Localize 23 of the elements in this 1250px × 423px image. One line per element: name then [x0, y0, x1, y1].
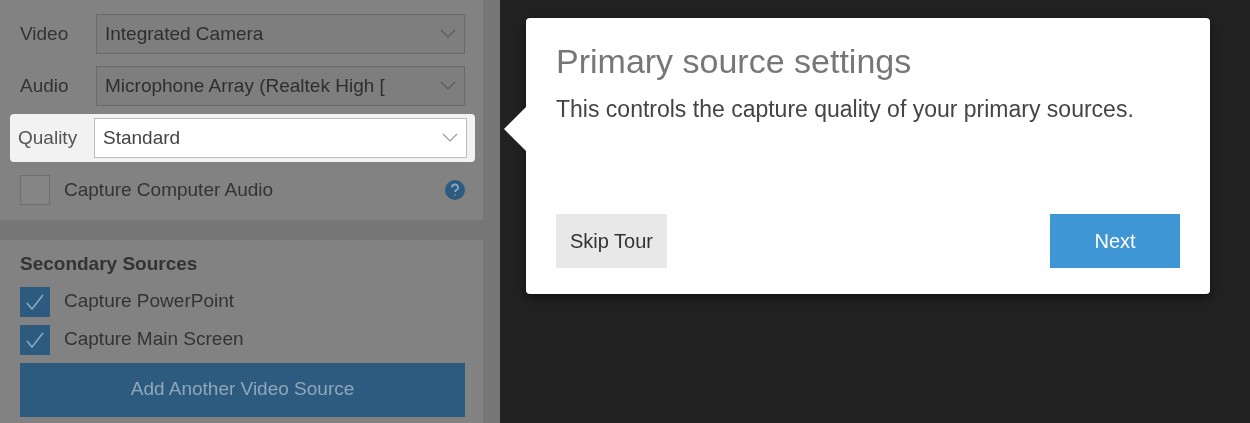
checkbox[interactable] [20, 324, 50, 355]
checkbox-label: Capture Main Screen [64, 327, 244, 352]
add-video-source-button[interactable]: Add Another Video Source [20, 362, 465, 417]
dropdown-field[interactable]: Standard [94, 118, 467, 158]
popup-description: This controls the capture quality of your primary sources. [556, 94, 1135, 124]
dropdown-field[interactable]: Integrated Camera [96, 14, 465, 54]
help-icon[interactable] [445, 180, 465, 200]
section-title: Secondary Sources [20, 252, 199, 276]
checkmark-icon [25, 292, 45, 311]
popup-title: Primary source settings [556, 41, 913, 82]
next-button[interactable]: Next [1050, 214, 1180, 268]
chevron-down-icon [440, 29, 456, 39]
field-label: Audio [20, 73, 70, 98]
field-label: Quality [18, 125, 79, 150]
field-label: Video [20, 21, 70, 46]
checkbox[interactable] [20, 286, 50, 317]
chevron-down-icon [442, 133, 458, 143]
dropdown-field[interactable]: Microphone Array (Realtek High [ [96, 66, 465, 106]
checkbox-label: Capture PowerPoint [64, 289, 235, 314]
skip-tour-button[interactable]: Skip Tour [556, 214, 667, 268]
checkbox-label: Capture Computer Audio [64, 177, 275, 202]
chevron-down-icon [440, 81, 456, 91]
checkmark-icon [25, 330, 45, 349]
